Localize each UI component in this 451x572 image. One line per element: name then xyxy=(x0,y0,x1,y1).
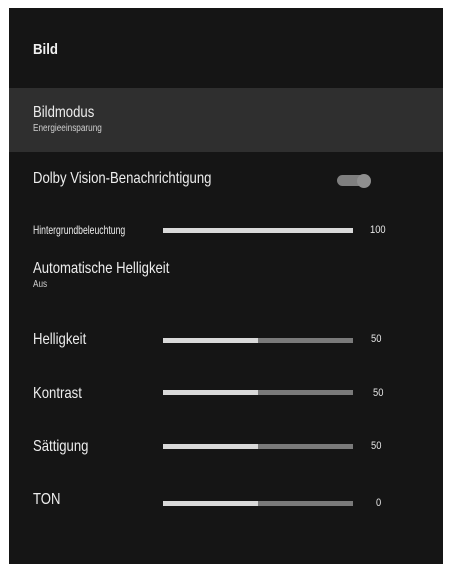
toggle-knob xyxy=(357,173,371,188)
picture-mode-row[interactable]: Bildmodus Energieeinsparung xyxy=(9,88,443,152)
dolby-vision-label: Dolby Vision-Benachrichtigung xyxy=(33,170,212,187)
saturation-row[interactable]: Sättigung 50 xyxy=(9,434,443,462)
saturation-label: Sättigung xyxy=(33,438,89,455)
contrast-row[interactable]: Kontrast 50 xyxy=(9,380,443,408)
saturation-slider-fill xyxy=(163,444,258,449)
brightness-slider[interactable] xyxy=(163,338,353,343)
contrast-slider-fill xyxy=(163,390,258,395)
auto-brightness-value: Aus xyxy=(33,279,48,290)
saturation-slider[interactable] xyxy=(163,444,353,449)
backlight-slider[interactable] xyxy=(163,228,353,233)
picture-mode-value: Energieeinsparung xyxy=(33,123,102,134)
brightness-slider-fill xyxy=(163,338,258,343)
backlight-value: 100 xyxy=(370,224,386,236)
saturation-value: 50 xyxy=(371,440,382,452)
page-title: Bild xyxy=(33,41,58,58)
auto-brightness-row[interactable]: Automatische Helligkeit Aus xyxy=(9,255,443,295)
backlight-label: Hintergrundbeleuchtung xyxy=(33,223,126,237)
picture-mode-label: Bildmodus xyxy=(33,104,95,121)
contrast-slider[interactable] xyxy=(163,390,353,395)
backlight-slider-fill xyxy=(163,228,353,233)
dolby-vision-row[interactable]: Dolby Vision-Benachrichtigung xyxy=(9,163,443,197)
tone-row[interactable]: TON 0 xyxy=(9,488,443,516)
brightness-row[interactable]: Helligkeit 50 xyxy=(9,326,443,354)
auto-brightness-label: Automatische Helligkeit xyxy=(33,260,170,277)
tone-value: 0 xyxy=(376,497,382,509)
brightness-value: 50 xyxy=(371,333,382,345)
contrast-label: Kontrast xyxy=(33,385,82,402)
tone-slider-fill xyxy=(163,501,258,506)
dolby-vision-toggle[interactable] xyxy=(337,173,371,188)
backlight-row[interactable]: Hintergrundbeleuchtung 100 xyxy=(9,220,443,242)
picture-settings-panel: Bild Bildmodus Energieeinsparung Dolby V… xyxy=(9,8,443,564)
tone-slider[interactable] xyxy=(163,501,353,506)
contrast-value: 50 xyxy=(373,387,384,399)
tone-label: TON xyxy=(33,491,61,508)
brightness-label: Helligkeit xyxy=(33,331,87,348)
